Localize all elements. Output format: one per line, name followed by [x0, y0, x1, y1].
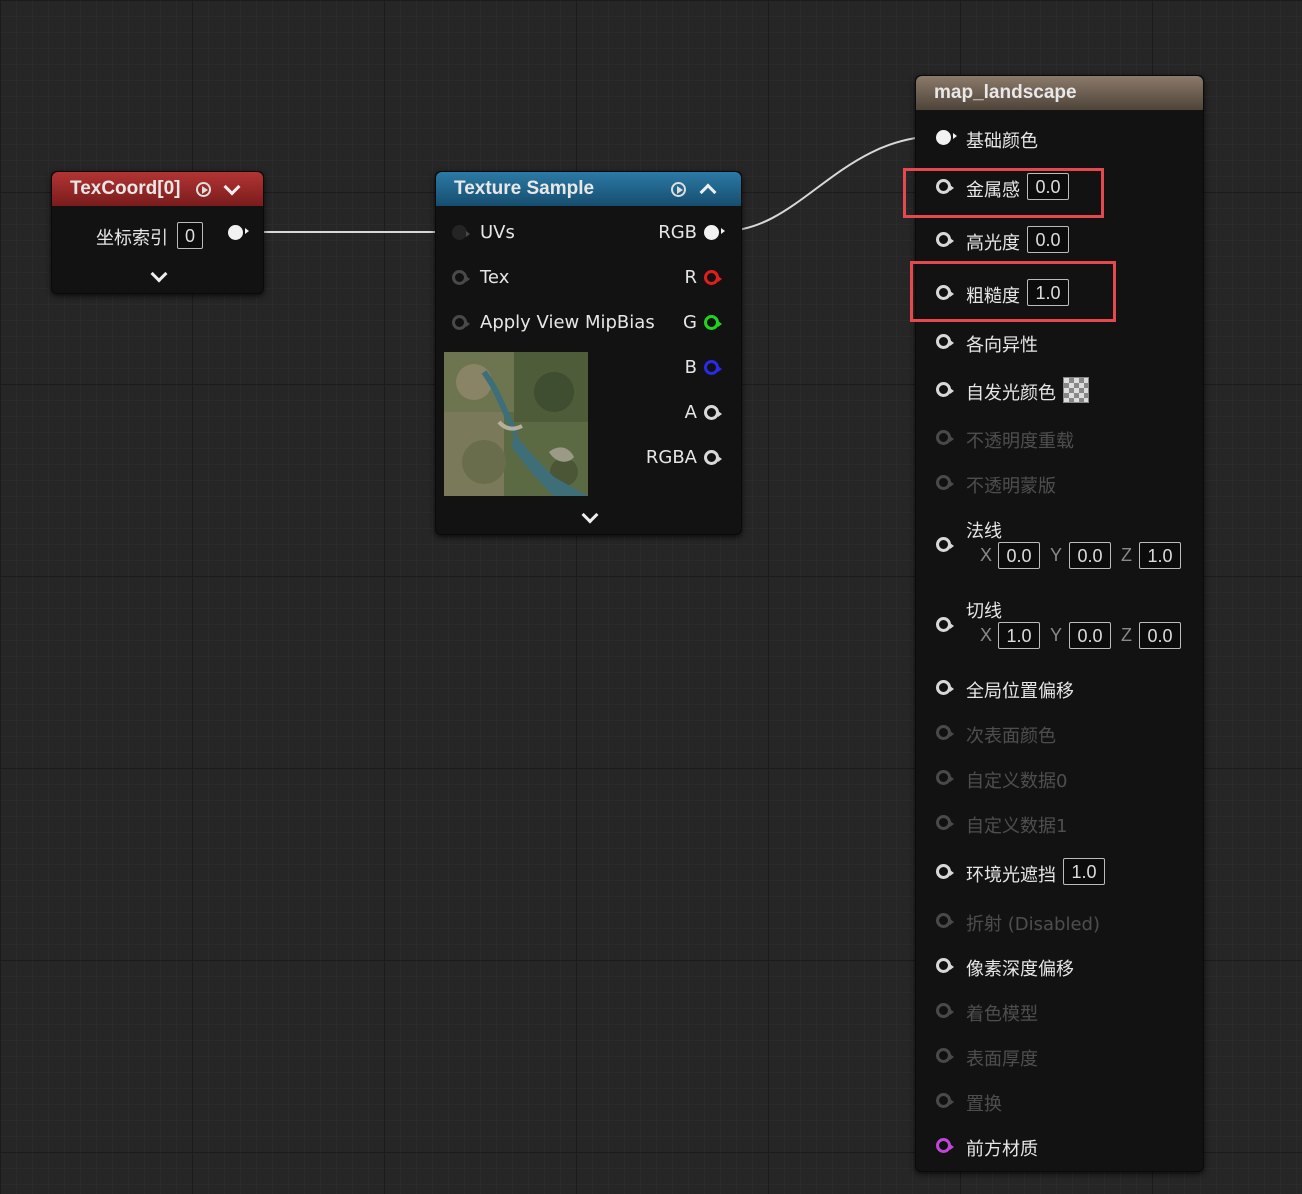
roughness-highlight-box — [910, 261, 1116, 322]
tangent-z-axis-label: Z — [1121, 625, 1132, 645]
texcoord-node[interactable]: TexCoord[0] 坐标索引 0 — [51, 171, 264, 294]
tex-input-pin[interactable] — [452, 270, 470, 285]
uvs-label: UVs — [480, 222, 515, 243]
shading-model-pin[interactable] — [936, 1003, 954, 1018]
subsurface-label: 次表面颜色 — [966, 726, 1056, 747]
surface-thickness-pin[interactable] — [936, 1048, 954, 1063]
opacity-mask-label: 不透明蒙版 — [966, 476, 1056, 497]
g-label: G — [683, 312, 697, 333]
ao-pin[interactable] — [936, 864, 954, 879]
emissive-color-swatch[interactable] — [1063, 377, 1089, 403]
normal-x-axis-label: X — [980, 545, 993, 565]
normal-y-input[interactable]: 0.0 — [1069, 542, 1111, 569]
shading-model-label: 着色模型 — [966, 1004, 1038, 1025]
preview-toggle-icon[interactable] — [671, 182, 686, 197]
front-material-pin[interactable] — [936, 1138, 954, 1153]
normal-z-input[interactable]: 1.0 — [1139, 542, 1181, 569]
base-color-pin[interactable] — [936, 130, 957, 145]
chevron-down-icon[interactable] — [223, 178, 241, 196]
metallic-highlight-box — [903, 168, 1104, 218]
texcoord-node-title: TexCoord[0] — [70, 178, 181, 199]
refraction-label: 折射 (Disabled) — [966, 914, 1100, 935]
mipbias-label: Apply View MipBias — [480, 312, 655, 333]
uvs-input-pin[interactable] — [452, 225, 470, 240]
tangent-label: 切线 — [966, 601, 1002, 622]
base-color-label: 基础颜色 — [966, 131, 1038, 152]
r-label: R — [684, 267, 697, 288]
custom-data-1-label: 自定义数据1 — [966, 816, 1068, 837]
r-output-pin[interactable] — [704, 270, 722, 285]
specular-label: 高光度 — [966, 233, 1020, 254]
b-label: B — [684, 357, 697, 378]
texture-sample-node[interactable]: Texture Sample UVs Tex Apply View MipBia… — [435, 171, 742, 535]
a-output-pin[interactable] — [704, 405, 722, 420]
world-offset-pin[interactable] — [936, 680, 954, 695]
normal-label: 法线 — [966, 521, 1002, 542]
expand-chevron-icon[interactable] — [150, 265, 168, 283]
rgba-output-pin[interactable] — [704, 450, 722, 465]
custom-data-1-pin[interactable] — [936, 815, 954, 830]
rgb-output-pin[interactable] — [704, 225, 725, 240]
displacement-label: 置换 — [966, 1094, 1002, 1115]
tangent-x-axis-label: X — [980, 625, 993, 645]
tangent-x-input[interactable]: 1.0 — [998, 622, 1040, 649]
material-name-title: map_landscape — [934, 82, 1077, 103]
emissive-label: 自发光颜色 — [966, 383, 1056, 404]
material-result-node[interactable]: map_landscape 基础颜色 金属感 0.0 高光度 0.0 粗糙度 1… — [915, 75, 1204, 1172]
material-result-header[interactable]: map_landscape — [916, 76, 1203, 110]
g-output-pin[interactable] — [704, 315, 722, 330]
emissive-pin[interactable] — [936, 382, 954, 397]
pixel-depth-pin[interactable] — [936, 958, 954, 973]
aerial-map-thumbnail — [444, 352, 588, 496]
a-label: A — [684, 402, 697, 423]
opacity-mask-pin[interactable] — [936, 475, 954, 490]
texture-sample-header[interactable]: Texture Sample — [436, 172, 741, 206]
coordinate-index-input[interactable]: 0 — [177, 222, 203, 249]
ao-input[interactable]: 1.0 — [1063, 858, 1105, 885]
refraction-pin[interactable] — [936, 913, 954, 928]
b-output-pin[interactable] — [704, 360, 722, 375]
custom-data-0-pin[interactable] — [936, 770, 954, 785]
texcoord-output-pin[interactable] — [228, 225, 249, 240]
specular-pin[interactable] — [936, 232, 954, 247]
coordinate-index-label: 坐标索引 — [96, 228, 168, 249]
front-material-label: 前方材质 — [966, 1139, 1038, 1160]
mipbias-input-pin[interactable] — [452, 315, 470, 330]
tangent-y-input[interactable]: 0.0 — [1069, 622, 1111, 649]
normal-z-axis-label: Z — [1121, 545, 1132, 565]
specular-input[interactable]: 0.0 — [1027, 226, 1069, 253]
texture-sample-title: Texture Sample — [454, 178, 595, 199]
pixel-depth-label: 像素深度偏移 — [966, 959, 1074, 980]
ao-label: 环境光遮挡 — [966, 865, 1056, 886]
displacement-pin[interactable] — [936, 1093, 954, 1108]
preview-toggle-icon[interactable] — [196, 182, 211, 197]
rgba-label: RGBA — [645, 447, 697, 468]
normal-pin[interactable] — [936, 537, 954, 552]
opacity-pin[interactable] — [936, 430, 954, 445]
tangent-y-axis-label: Y — [1050, 625, 1063, 645]
rgb-label: RGB — [658, 222, 697, 243]
tangent-pin[interactable] — [936, 617, 954, 632]
texcoord-node-header[interactable]: TexCoord[0] — [52, 172, 263, 206]
tangent-z-input[interactable]: 0.0 — [1139, 622, 1181, 649]
normal-x-input[interactable]: 0.0 — [998, 542, 1040, 569]
chevron-up-icon[interactable] — [699, 183, 717, 201]
surface-thickness-label: 表面厚度 — [966, 1049, 1038, 1070]
custom-data-0-label: 自定义数据0 — [966, 771, 1068, 792]
world-offset-label: 全局位置偏移 — [966, 681, 1074, 702]
anisotropy-label: 各向异性 — [966, 335, 1038, 356]
tex-label: Tex — [480, 267, 510, 288]
opacity-label: 不透明度重载 — [966, 431, 1074, 452]
anisotropy-pin[interactable] — [936, 334, 954, 349]
subsurface-pin[interactable] — [936, 725, 954, 740]
normal-y-axis-label: Y — [1050, 545, 1063, 565]
collapse-chevron-icon[interactable] — [581, 506, 599, 524]
